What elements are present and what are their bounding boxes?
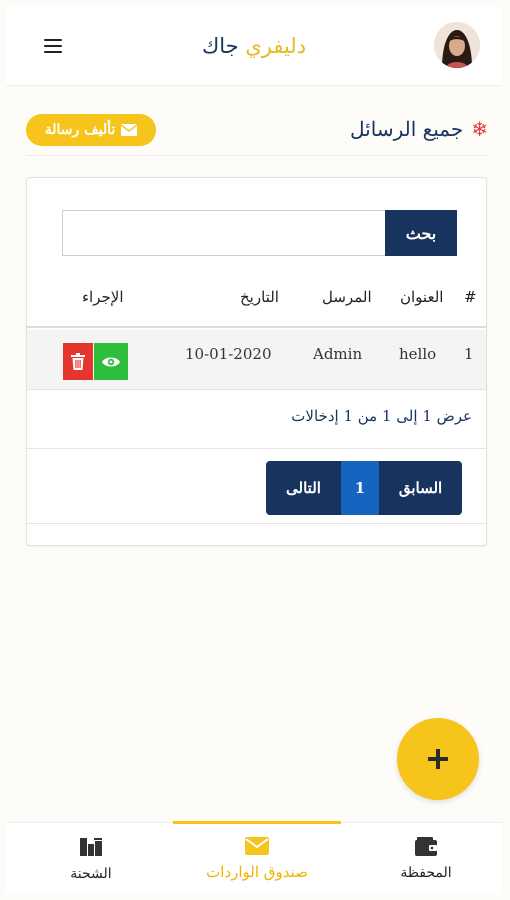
pagination-row: التالى 1 السابق bbox=[27, 450, 486, 524]
bottom-navigation: الشحنة صندوق الواردات المحفظة bbox=[6, 821, 502, 895]
nav-label-wallet: المحفظة bbox=[400, 865, 452, 881]
pagination: التالى 1 السابق bbox=[266, 461, 462, 515]
eye-icon bbox=[102, 357, 120, 366]
col-num: # bbox=[464, 288, 477, 306]
next-page-button[interactable]: التالى bbox=[266, 461, 341, 515]
col-date[interactable]: التاريخ bbox=[240, 288, 279, 306]
plus-icon bbox=[428, 749, 448, 769]
envelope-icon bbox=[245, 837, 269, 855]
page-title: ❄ جميع الرسائل bbox=[350, 117, 488, 141]
entries-info: عرض 1 إلى 1 من 1 إدخالات bbox=[291, 407, 472, 425]
search-bar: بحث bbox=[62, 210, 457, 256]
wallet-icon bbox=[415, 837, 437, 856]
table-header: # العنوان المرسل التاريخ الإجراء bbox=[27, 288, 486, 328]
brand-part1: جاك bbox=[201, 34, 239, 58]
page-title-text: جميع الرسائل bbox=[350, 117, 464, 141]
messages-card: بحث # العنوان المرسل التاريخ الإجراء 1 h… bbox=[26, 177, 487, 546]
row-date: 10-01-2020 bbox=[185, 345, 272, 363]
col-action: الإجراء bbox=[82, 288, 124, 306]
add-fab-button[interactable] bbox=[397, 718, 479, 800]
nav-item-wallet[interactable]: المحفظة bbox=[376, 823, 476, 895]
compose-message-button[interactable]: تأليف رسالة bbox=[26, 114, 156, 146]
snowflake-icon: ❄ bbox=[471, 117, 488, 141]
row-sender: Admin bbox=[313, 345, 363, 363]
col-sender[interactable]: المرسل bbox=[322, 288, 372, 306]
delete-message-button[interactable] bbox=[63, 343, 93, 380]
table-info: عرض 1 إلى 1 من 1 إدخالات bbox=[27, 391, 486, 449]
brand-logo-text: دليفري جاك bbox=[6, 34, 502, 58]
nav-label-inbox: صندوق الواردات bbox=[206, 863, 308, 881]
search-button[interactable]: بحث bbox=[385, 210, 457, 256]
nav-item-shipment[interactable]: الشحنة bbox=[46, 823, 136, 895]
nav-label-shipment: الشحنة bbox=[70, 866, 112, 882]
nav-item-inbox[interactable]: صندوق الواردات bbox=[182, 823, 332, 895]
view-message-button[interactable] bbox=[94, 343, 128, 380]
page-title-row: تأليف رسالة ❄ جميع الرسائل bbox=[26, 112, 488, 156]
page-number-button[interactable]: 1 bbox=[341, 461, 379, 515]
brand-part2: دليفري bbox=[245, 34, 307, 58]
trash-icon bbox=[71, 353, 85, 370]
compose-label: تأليف رسالة bbox=[44, 122, 116, 138]
prev-page-button[interactable]: السابق bbox=[379, 461, 462, 515]
table-row[interactable]: 1 hello Admin 10-01-2020 bbox=[27, 330, 486, 390]
row-subject: hello bbox=[399, 345, 437, 363]
user-avatar-icon bbox=[434, 22, 480, 68]
envelope-icon bbox=[121, 124, 138, 136]
col-subject[interactable]: العنوان bbox=[400, 288, 443, 306]
shipment-icon bbox=[80, 838, 102, 856]
search-input[interactable] bbox=[62, 210, 385, 256]
avatar[interactable] bbox=[434, 22, 480, 68]
row-num: 1 bbox=[464, 345, 474, 363]
top-header: دليفري جاك bbox=[6, 6, 502, 86]
